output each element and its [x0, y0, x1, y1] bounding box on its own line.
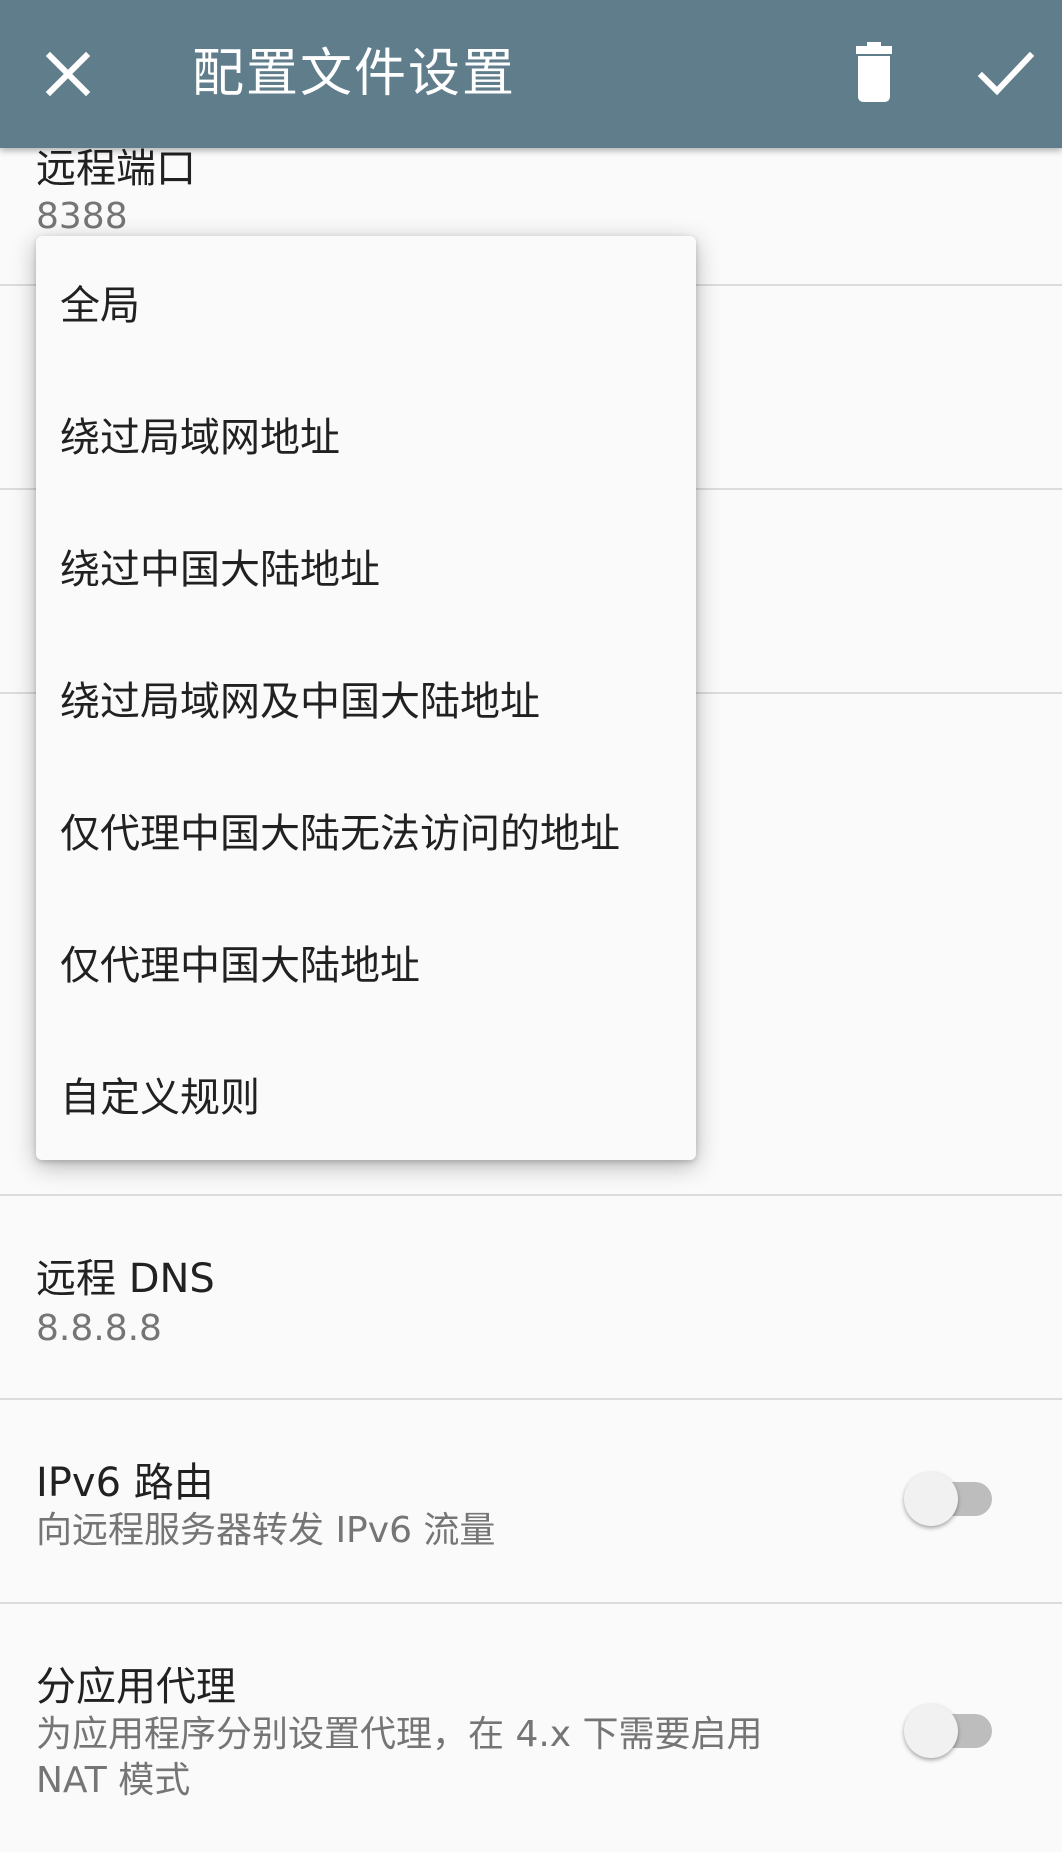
- menu-item-bypass-china[interactable]: 绕过中国大陆地址: [36, 500, 696, 632]
- delete-icon: [856, 42, 892, 102]
- switch-thumb: [904, 1704, 958, 1758]
- remote-port-value: 8388: [36, 196, 128, 237]
- save-button[interactable]: [966, 34, 1046, 114]
- menu-item-custom-rules[interactable]: 自定义规则: [36, 1028, 696, 1160]
- remote-dns-value: 8.8.8.8: [36, 1308, 162, 1349]
- per-app-proxy-title: 分应用代理: [36, 1664, 236, 1710]
- ipv6-route-pref[interactable]: IPv6 路由 向远程服务器转发 IPv6 流量: [0, 1400, 1062, 1604]
- per-app-proxy-pref[interactable]: 分应用代理 为应用程序分别设置代理，在 4.x 下需要启用 NAT 模式: [0, 1604, 1062, 1852]
- menu-item-bypass-lan-china[interactable]: 绕过局域网及中国大陆地址: [36, 632, 696, 764]
- ipv6-route-title: IPv6 路由: [36, 1460, 214, 1506]
- menu-item-bypass-lan[interactable]: 绕过局域网地址: [36, 368, 696, 500]
- delete-button[interactable]: [834, 34, 914, 114]
- per-app-proxy-summary-line1: 为应用程序分别设置代理，在 4.x 下需要启用: [36, 1714, 763, 1755]
- ipv6-route-summary: 向远程服务器转发 IPv6 流量: [36, 1510, 496, 1551]
- remote-dns-title: 远程 DNS: [36, 1256, 215, 1302]
- check-icon: [977, 51, 1035, 96]
- remote-dns-pref[interactable]: 远程 DNS 8.8.8.8: [0, 1196, 1062, 1400]
- route-dropdown-menu: 全局 绕过局域网地址 绕过中国大陆地址 绕过局域网及中国大陆地址 仅代理中国大陆…: [36, 236, 696, 1160]
- close-icon: [45, 51, 91, 97]
- ipv6-route-switch[interactable]: [904, 1466, 1000, 1526]
- menu-item-global[interactable]: 全局: [36, 236, 696, 368]
- page-title: 配置文件设置: [192, 44, 517, 104]
- menu-item-china-only[interactable]: 仅代理中国大陆地址: [36, 896, 696, 1028]
- menu-item-gfwlist[interactable]: 仅代理中国大陆无法访问的地址: [36, 764, 696, 896]
- app-bar: 配置文件设置: [0, 0, 1062, 148]
- per-app-proxy-summary-line2: NAT 模式: [36, 1760, 191, 1801]
- switch-thumb: [904, 1472, 958, 1526]
- per-app-proxy-switch[interactable]: [904, 1698, 1000, 1758]
- close-button[interactable]: [28, 34, 108, 114]
